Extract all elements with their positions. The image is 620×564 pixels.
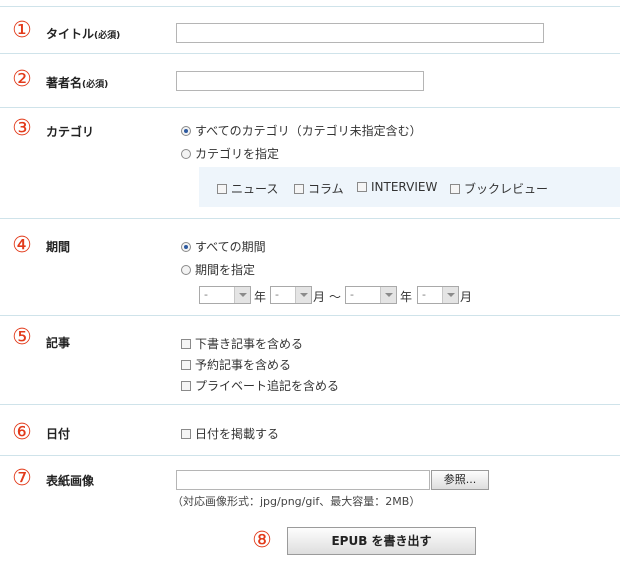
radio-selected-icon[interactable] (181, 126, 191, 136)
radio-icon[interactable] (181, 265, 191, 275)
category-specify-radio[interactable]: カテゴリを指定 (181, 145, 279, 162)
show-date-checkbox[interactable]: 日付を掲載する (181, 425, 279, 442)
author-row: ② 著者名(必須) (0, 53, 620, 107)
radio-icon[interactable] (181, 149, 191, 159)
cover-file-input[interactable] (176, 470, 430, 490)
year-unit: 年 (254, 290, 267, 304)
end-year-select[interactable]: - (345, 286, 397, 304)
cover-row: ⑦ 表紙画像 参照... （対応画像形式：jpg/png/gif、最大容量：2M… (0, 455, 620, 564)
browse-button[interactable]: 参照... (431, 470, 489, 490)
checkbox-icon[interactable] (450, 184, 460, 194)
title-input[interactable] (176, 23, 544, 43)
export-epub-button[interactable]: EPUB を書き出す (287, 527, 476, 555)
step-number-4: ④ (12, 233, 32, 258)
title-row: ① タイトル(必須) (0, 6, 620, 53)
cover-format-note: （対応画像形式：jpg/png/gif、最大容量：2MB） (172, 495, 421, 508)
step-number-2: ② (12, 67, 32, 92)
start-month-select[interactable]: - (270, 286, 312, 304)
step-number-8: ⑧ (252, 528, 272, 553)
title-label: タイトル(必須) (46, 27, 121, 41)
checkbox-icon[interactable] (181, 360, 191, 370)
author-input[interactable] (176, 71, 424, 91)
step-number-5: ⑤ (12, 325, 32, 350)
period-all-radio[interactable]: すべての期間 (181, 238, 266, 255)
cover-label: 表紙画像 (46, 474, 95, 488)
scheduled-checkbox[interactable]: 予約記事を含める (181, 356, 291, 373)
category-checkbox-column[interactable]: コラム (294, 180, 344, 197)
period-specify-radio[interactable]: 期間を指定 (181, 261, 255, 278)
step-number-7: ⑦ (12, 466, 32, 491)
date-label: 日付 (46, 427, 71, 441)
checkbox-icon[interactable] (181, 429, 191, 439)
category-all-radio[interactable]: すべてのカテゴリ（カテゴリ未指定含む） (181, 122, 422, 139)
dropdown-arrow-icon[interactable] (442, 287, 458, 303)
category-checkbox-interview[interactable]: INTERVIEW (357, 180, 437, 194)
category-checkbox-news[interactable]: ニュース (217, 180, 278, 197)
period-row: ④ 期間 すべての期間 期間を指定 - 年 - 月 ～ - 年 - 月 (0, 218, 620, 315)
required-mark: (必須) (94, 31, 121, 41)
private-addendum-checkbox[interactable]: プライベート追記を含める (181, 377, 339, 394)
dropdown-arrow-icon[interactable] (234, 287, 250, 303)
draft-checkbox[interactable]: 下書き記事を含める (181, 335, 303, 352)
checkbox-icon[interactable] (181, 339, 191, 349)
period-label: 期間 (46, 240, 71, 254)
step-number-1: ① (12, 18, 32, 43)
step-number-3: ③ (12, 116, 32, 141)
category-checkbox-bookreview[interactable]: ブックレビュー (450, 180, 548, 197)
required-mark: (必須) (82, 80, 109, 90)
end-month-select[interactable]: - (417, 286, 459, 304)
date-row: ⑥ 日付 日付を掲載する (0, 404, 620, 455)
dropdown-arrow-icon[interactable] (295, 287, 311, 303)
category-checkbox-panel: ニュース コラム INTERVIEW ブックレビュー (199, 167, 620, 207)
checkbox-icon[interactable] (294, 184, 304, 194)
step-number-6: ⑥ (12, 420, 32, 445)
category-label: カテゴリ (46, 125, 95, 139)
month-unit: 月 (460, 290, 473, 304)
articles-label: 記事 (46, 336, 71, 350)
articles-row: ⑤ 記事 下書き記事を含める 予約記事を含める プライベート追記を含める (0, 315, 620, 404)
checkbox-icon[interactable] (357, 182, 367, 192)
radio-selected-icon[interactable] (181, 242, 191, 252)
dropdown-arrow-icon[interactable] (380, 287, 396, 303)
start-year-select[interactable]: - (199, 286, 251, 304)
month-unit: 月 (313, 290, 326, 304)
range-tilde: ～ (329, 290, 342, 304)
year-unit: 年 (400, 290, 413, 304)
author-label: 著者名(必須) (46, 76, 109, 90)
checkbox-icon[interactable] (217, 184, 227, 194)
checkbox-icon[interactable] (181, 381, 191, 391)
